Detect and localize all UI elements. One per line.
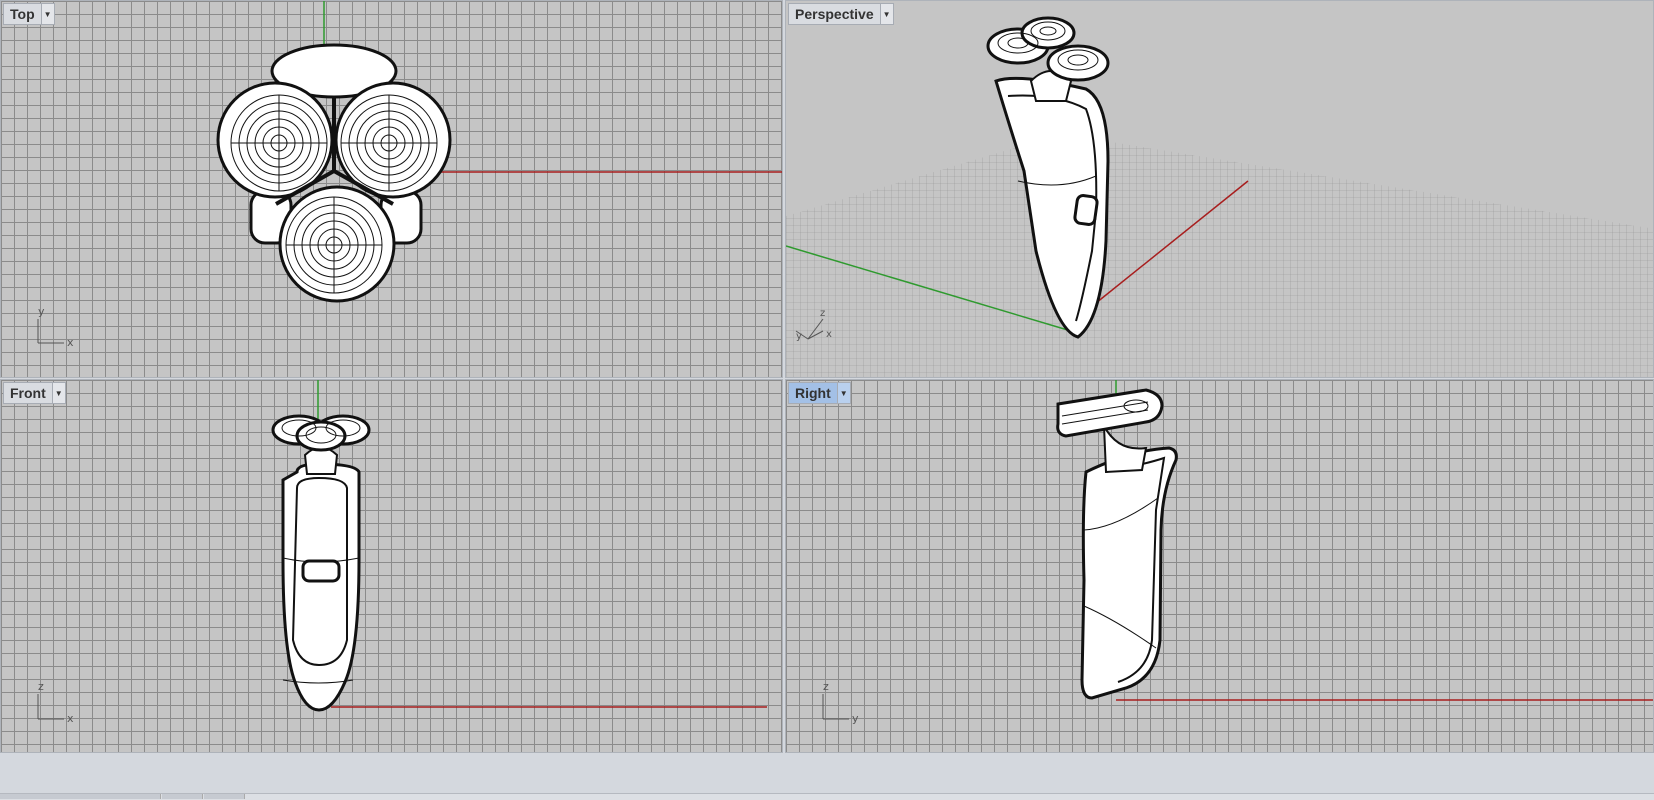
shaver-top-view — [216, 43, 452, 303]
axis-label-x: x — [67, 336, 74, 349]
viewport-tab-right[interactable]: Right ▼ — [788, 382, 851, 404]
axis-widget-top — [37, 319, 64, 344]
viewport-label: Front — [10, 385, 46, 401]
shaver-front-view — [271, 414, 371, 712]
top-scene: y x — [37, 1, 782, 349]
strip-tab[interactable] — [0, 794, 161, 799]
axis-label-z: z — [823, 680, 829, 693]
axis-label-y: y — [38, 305, 45, 318]
viewport-top[interactable]: Top ▼ y x — [0, 0, 783, 378]
viewport-label: Perspective — [795, 6, 874, 22]
right-scene: z y — [822, 380, 1653, 725]
viewport-front[interactable]: Front ▼ z x — [0, 379, 783, 753]
shaver-right-view — [1056, 388, 1178, 700]
axis-widget-right — [822, 694, 849, 720]
axis-label-y: y — [852, 712, 859, 725]
perspective-grid-plane — [786, 134, 1653, 377]
triangle-down-icon[interactable]: ▼ — [879, 4, 893, 24]
axis-label-x: x — [67, 712, 74, 725]
strip-tab[interactable] — [162, 794, 203, 799]
axis-label-x: x — [826, 329, 832, 340]
viewport-tab-top[interactable]: Top ▼ — [3, 3, 55, 25]
viewport-tab-perspective[interactable]: Perspective ▼ — [788, 3, 894, 25]
triangle-down-icon[interactable]: ▼ — [51, 383, 65, 403]
viewport-tab-front[interactable]: Front ▼ — [3, 382, 66, 404]
triangle-down-icon[interactable]: ▼ — [836, 383, 850, 403]
triangle-down-icon[interactable]: ▼ — [40, 4, 54, 24]
viewport-label: Right — [795, 385, 831, 401]
viewport-right[interactable]: Right ▼ z y — [785, 379, 1654, 753]
viewport-perspective[interactable]: Perspective ▼ z y x — [785, 0, 1654, 378]
axis-label-z: z — [38, 680, 44, 693]
front-scene: z x — [37, 380, 767, 725]
viewport-label: Top — [10, 6, 35, 22]
axis-label-y: y — [796, 331, 802, 342]
axis-label-z: z — [820, 308, 825, 319]
axis-widget-front — [37, 694, 64, 720]
perspective-scene: z y x — [786, 16, 1653, 377]
strip-tab[interactable] — [204, 794, 245, 799]
